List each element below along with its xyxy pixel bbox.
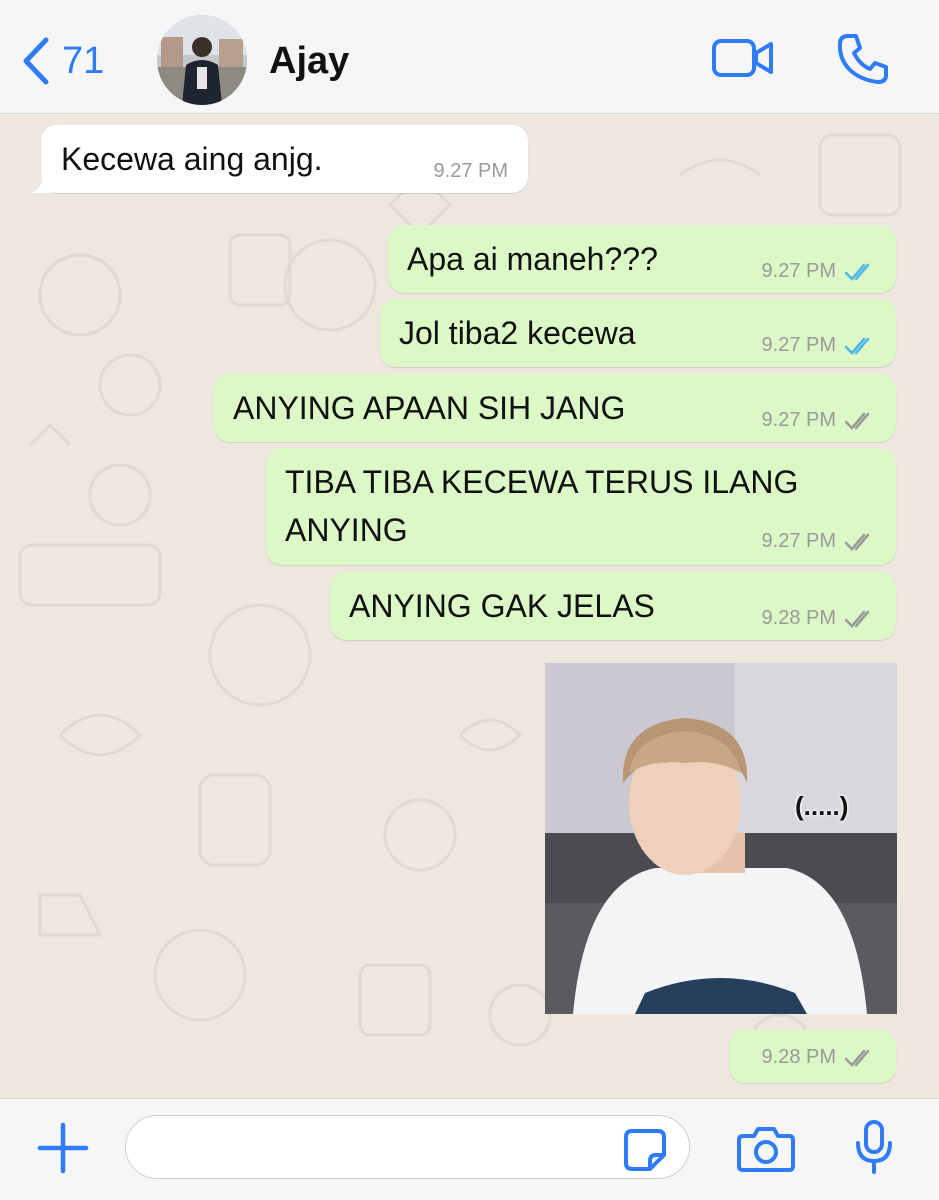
contact-avatar[interactable]: [157, 15, 247, 105]
camera-button[interactable]: [737, 1126, 795, 1177]
delivered-ticks-icon: [844, 533, 870, 551]
chat-area[interactable]: Kecewa aing anjg. 9.27 PM Apa ai maneh??…: [0, 115, 939, 1098]
message-time: 9.27 PM: [761, 530, 836, 552]
photo-of-person: [545, 663, 897, 1014]
chat-header: 71 Ajay: [0, 0, 939, 114]
image-overlay-text: (.....): [795, 791, 849, 821]
message-input[interactable]: [125, 1115, 690, 1179]
message-meta: 9.27 PM: [762, 409, 876, 432]
message-text: Jol tiba2 kecewa: [399, 315, 636, 351]
delivered-ticks-icon: [844, 610, 870, 628]
message-text: ANYING APAAN SIH JANG: [233, 390, 626, 426]
video-camera-icon: [712, 39, 773, 77]
image-meta-bubble: 9.28 PM: [729, 1030, 896, 1083]
message-text: Kecewa aing anjg.: [61, 141, 323, 177]
message-meta: 9.27 PM: [762, 260, 876, 283]
message-meta: 9.28 PM: [762, 607, 876, 630]
video-call-button[interactable]: [711, 36, 775, 85]
contact-name[interactable]: Ajay: [269, 40, 349, 83]
message-bubble-outgoing[interactable]: Jol tiba2 kecewa 9.27 PM: [380, 299, 896, 367]
bubble-tail: [31, 171, 53, 193]
message-text: ANYING GAK JELAS: [349, 588, 655, 624]
message-time: 9.27 PM: [761, 334, 836, 356]
read-ticks-icon: [844, 263, 870, 281]
image-message[interactable]: (.....): [545, 663, 897, 1014]
delivered-ticks-icon: [844, 412, 870, 430]
voice-note-button[interactable]: [853, 1119, 895, 1180]
microphone-icon: [856, 1120, 892, 1174]
message-bubble-incoming[interactable]: Kecewa aing anjg. 9.27 PM: [31, 125, 528, 193]
back-button[interactable]: 71: [18, 36, 104, 86]
message-input-bar: [0, 1098, 939, 1200]
message-text: TIBA TIBA KECEWA TERUS ILANG ANYING: [285, 464, 799, 548]
message-time: 9.28 PM: [761, 607, 836, 629]
message-meta: 9.28 PM: [762, 1046, 876, 1069]
message-meta: 9.27 PM: [762, 530, 876, 553]
read-ticks-icon: [844, 337, 870, 355]
avatar-photo: [157, 15, 247, 105]
message-text: Apa ai maneh???: [407, 241, 658, 277]
message-time: 9.27 PM: [433, 160, 508, 182]
chevron-left-icon: [23, 37, 49, 85]
delivered-ticks-icon: [844, 1049, 870, 1067]
message-time: 9.27 PM: [761, 260, 836, 282]
message-bubble-outgoing[interactable]: Apa ai maneh??? 9.27 PM: [388, 225, 896, 293]
message-bubble-outgoing[interactable]: ANYING APAAN SIH JANG 9.27 PM: [214, 374, 896, 442]
attach-button[interactable]: [36, 1121, 90, 1180]
sticker-button[interactable]: [622, 1127, 668, 1178]
message-meta: 9.27 PM: [762, 334, 876, 357]
message-time: 9.27 PM: [761, 409, 836, 431]
message-bubble-outgoing[interactable]: ANYING GAK JELAS 9.28 PM: [330, 572, 896, 640]
message-time: 9.28 PM: [761, 1046, 836, 1068]
message-bubble-outgoing[interactable]: TIBA TIBA KECEWA TERUS ILANG ANYING 9.27…: [266, 448, 896, 565]
voice-call-button[interactable]: [836, 32, 890, 91]
message-meta: 9.27 PM: [434, 160, 508, 183]
camera-icon: [737, 1127, 795, 1172]
phone-icon: [837, 34, 888, 84]
plus-icon: [37, 1122, 89, 1174]
sticker-icon: [624, 1129, 666, 1171]
unread-count: 71: [62, 40, 105, 82]
